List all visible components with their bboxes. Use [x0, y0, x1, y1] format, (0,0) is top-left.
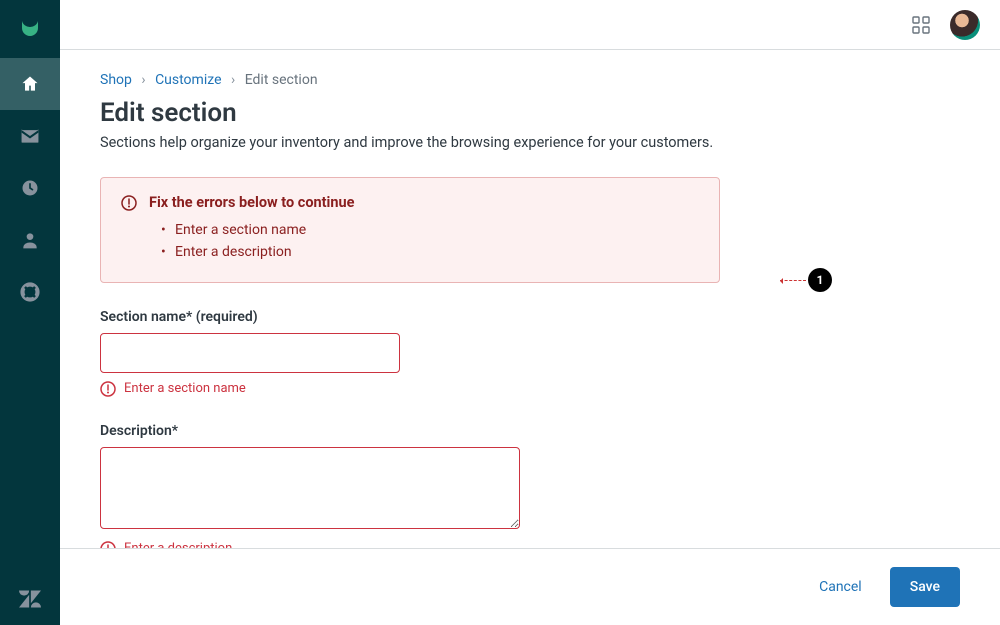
- section-name-error: Enter a section name: [100, 381, 960, 397]
- chevron-right-icon: ›: [231, 72, 235, 88]
- section-name-input[interactable]: [100, 333, 400, 373]
- logo-icon: [18, 18, 42, 42]
- sidebar-nav: [0, 0, 60, 625]
- nav-mail[interactable]: [0, 110, 60, 162]
- description-error-text: Enter a description: [124, 541, 232, 548]
- apps-switcher[interactable]: [912, 16, 930, 34]
- description-error: Enter a description: [100, 541, 960, 548]
- description-label: Description*: [100, 423, 960, 439]
- nav-zendesk[interactable]: [0, 573, 60, 625]
- description-input[interactable]: [100, 447, 520, 529]
- breadcrumb: Shop › Customize › Edit section: [100, 72, 960, 88]
- lifebuoy-icon: [20, 282, 40, 302]
- nav-home[interactable]: [0, 58, 60, 110]
- alert-title: Fix the errors below to continue: [149, 194, 354, 211]
- chevron-right-icon: ›: [141, 72, 145, 88]
- callout-number: 1: [808, 268, 832, 292]
- clock-icon: [20, 178, 40, 198]
- footer-actions: Cancel Save: [60, 548, 1000, 625]
- topbar: [60, 0, 1000, 50]
- cancel-button[interactable]: Cancel: [799, 567, 882, 607]
- nav-user[interactable]: [0, 214, 60, 266]
- user-icon: [20, 230, 40, 250]
- field-description: Description* Enter a description: [100, 423, 960, 548]
- breadcrumb-current: Edit section: [245, 72, 318, 88]
- section-name-label: Section name* (required): [100, 309, 960, 325]
- alert-error-item: Enter a section name: [161, 219, 699, 241]
- breadcrumb-customize[interactable]: Customize: [155, 72, 221, 88]
- page-content: Shop › Customize › Edit section Edit sec…: [60, 50, 1000, 548]
- callout-arrow-icon: [780, 280, 806, 281]
- home-icon: [20, 74, 40, 94]
- alert-error-icon: [121, 195, 137, 211]
- nav-help[interactable]: [0, 266, 60, 318]
- error-alert: Fix the errors below to continue Enter a…: [100, 177, 720, 283]
- page-subtitle: Sections help organize your inventory an…: [100, 134, 960, 151]
- section-name-error-text: Enter a section name: [124, 381, 246, 396]
- alert-error-icon: [100, 381, 116, 397]
- breadcrumb-shop[interactable]: Shop: [100, 72, 132, 88]
- alert-error-item: Enter a description: [161, 241, 699, 263]
- alert-error-list: Enter a section name Enter a description: [161, 219, 699, 264]
- user-avatar[interactable]: [950, 10, 980, 40]
- annotation-callout: 1: [780, 268, 832, 292]
- field-section-name: Section name* (required) Enter a section…: [100, 309, 960, 397]
- grid-icon: [912, 16, 930, 34]
- save-button[interactable]: Save: [890, 567, 960, 607]
- app-logo: [10, 10, 50, 50]
- alert-error-icon: [100, 541, 116, 548]
- mail-icon: [20, 127, 40, 145]
- nav-clock[interactable]: [0, 162, 60, 214]
- page-title: Edit section: [100, 98, 960, 128]
- zendesk-icon: [19, 590, 41, 608]
